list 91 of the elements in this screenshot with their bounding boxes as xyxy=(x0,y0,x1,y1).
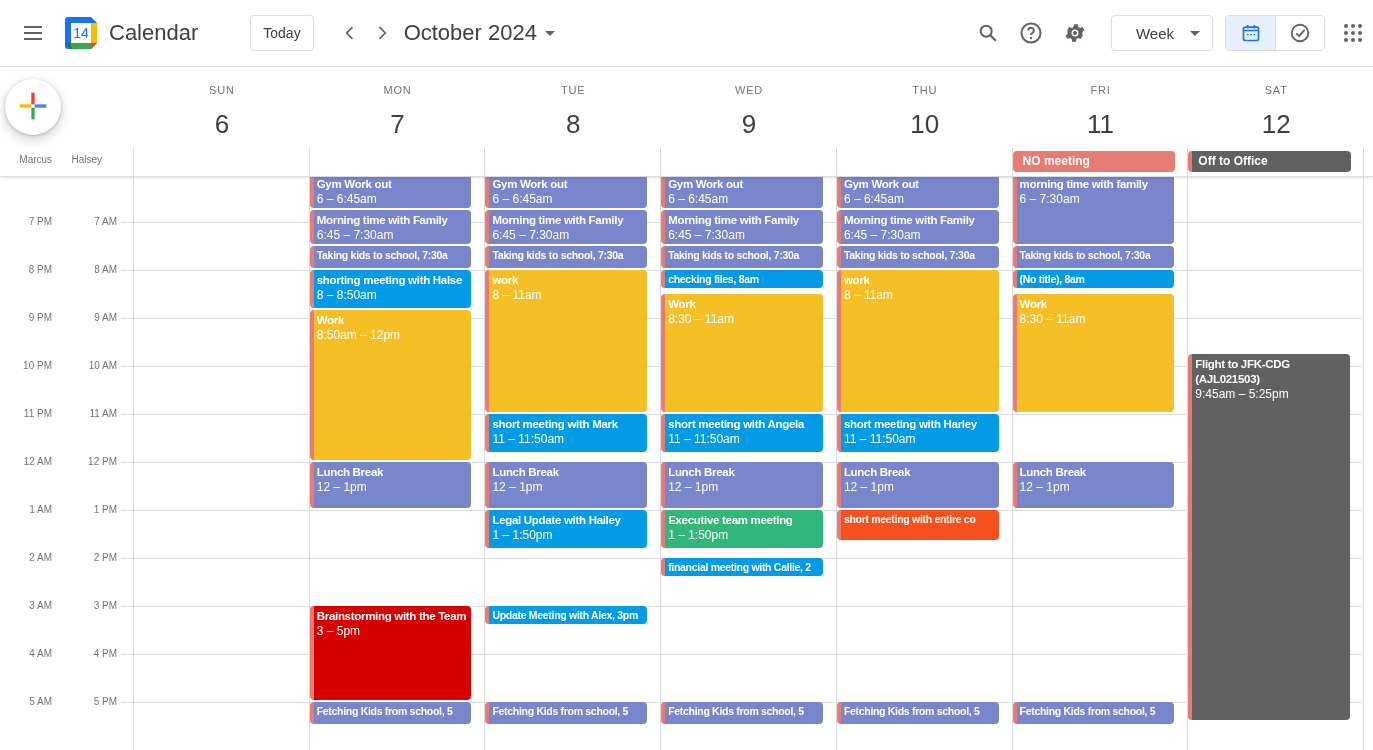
calendar-event[interactable]: Lunch Break 12 – 1pm xyxy=(836,462,999,508)
time-label: 8 AM xyxy=(94,264,117,276)
date-number[interactable]: 9 xyxy=(741,109,757,139)
time-label: 7 AM xyxy=(94,216,117,228)
all-day-event[interactable]: Off to Office xyxy=(1188,151,1352,172)
view-dropdown[interactable]: Week xyxy=(1110,15,1213,51)
calendar-event[interactable]: short meeting with Angela 11 – 11:50am xyxy=(661,414,823,452)
calendar-event[interactable]: Lunch Break 12 – 1pm xyxy=(309,462,472,508)
calendar-event[interactable]: (No title), 8am xyxy=(1012,270,1175,288)
person-label: Halsey xyxy=(71,153,104,167)
time-label: 10 PM xyxy=(23,360,52,372)
time-label: 11 PM xyxy=(23,408,52,420)
calendar-event[interactable]: Gym Work out 6 – 6:45am xyxy=(836,177,999,208)
caret-icon xyxy=(1190,30,1200,36)
date-number[interactable]: 12 xyxy=(1261,109,1291,139)
check-circle-icon xyxy=(1289,22,1311,44)
calendar-event[interactable]: Taking kids to school, 7:30a xyxy=(1012,246,1175,268)
time-label: 8 PM xyxy=(28,264,52,276)
help-icon[interactable] xyxy=(1018,21,1043,45)
calendar-view-toggle[interactable] xyxy=(1226,16,1275,50)
calendar-event[interactable]: Morning time with Family 6:45 – 7:30am xyxy=(485,210,648,244)
calendar-event[interactable]: morning time with family 6 – 7:30am xyxy=(1012,177,1175,244)
weekday-label: SAT xyxy=(1264,84,1288,97)
weekday-label: THU xyxy=(912,84,938,97)
calendar-event[interactable]: short meeting with entire co xyxy=(836,510,999,540)
time-label: 11 AM xyxy=(89,408,117,420)
calendar-event[interactable]: Update Meeting with Alex, 3pm xyxy=(485,606,648,624)
weekday-label: MON xyxy=(383,84,412,97)
time-label: 9 PM xyxy=(28,312,52,324)
time-label: 7 PM xyxy=(28,216,52,228)
calendar-event[interactable]: Fetching Kids from school, 5 xyxy=(1012,702,1175,724)
create-button[interactable] xyxy=(5,79,61,135)
calendar-event[interactable]: Fetching Kids from school, 5 xyxy=(309,702,472,724)
time-label: 4 AM xyxy=(29,648,52,660)
calendar-event[interactable]: Taking kids to school, 7:30a xyxy=(661,246,823,268)
calendar-event[interactable]: shorting meeting with Halse 8 – 8:50am xyxy=(309,270,472,308)
time-label: 9 AM xyxy=(94,312,117,324)
calendar-event[interactable]: Taking kids to school, 7:30a xyxy=(485,246,648,268)
all-day-event[interactable]: NO meeting xyxy=(1012,151,1176,172)
time-label: 10 AM xyxy=(88,360,117,372)
calendar-event[interactable]: Fetching Kids from school, 5 xyxy=(836,702,999,724)
calendar-event[interactable]: financial meeting with Callie, 2 xyxy=(661,558,823,576)
weekday-label: WED xyxy=(734,84,764,97)
time-label: 2 PM xyxy=(93,552,117,564)
calendar-event[interactable]: Gym Work out 6 – 6:45am xyxy=(485,177,648,208)
calendar-event[interactable]: Lunch Break 12 – 1pm xyxy=(1012,462,1175,508)
calendar-event[interactable]: Flight to JFK-CDG (AJL021503) 9:45am – 5:25pm xyxy=(1188,354,1351,720)
date-number[interactable]: 11 xyxy=(1086,109,1114,139)
month-title[interactable]: October 2024 xyxy=(403,20,537,46)
calendar-icon xyxy=(1240,23,1261,43)
calendar-event[interactable]: Executive team meeting 1 – 1:50pm xyxy=(661,510,823,548)
calendar-event[interactable]: Morning time with Family 6:45 – 7:30am xyxy=(309,210,472,244)
calendar-event[interactable]: Gym Work out 6 – 6:45am xyxy=(661,177,823,208)
time-label: 3 PM xyxy=(93,600,117,612)
calendar-event[interactable]: Taking kids to school, 7:30a xyxy=(836,246,999,268)
tasks-view-toggle[interactable] xyxy=(1275,16,1324,50)
calendar-event[interactable]: Morning time with Family 6:45 – 7:30am xyxy=(836,210,999,244)
calendar-event[interactable]: Fetching Kids from school, 5 xyxy=(661,702,823,724)
weekday-label: SUN xyxy=(209,84,235,97)
calendar-event[interactable]: Lunch Break 12 – 1pm xyxy=(485,462,648,508)
time-label: 2 AM xyxy=(29,552,52,564)
calendar-event[interactable]: checking files, 8am xyxy=(661,270,823,288)
date-number[interactable]: 8 xyxy=(566,109,581,139)
calendar-event[interactable]: Fetching Kids from school, 5 xyxy=(485,702,648,724)
time-label: 5 AM xyxy=(29,696,52,708)
calendar-event[interactable]: Brainstorming with the Team 3 – 5pm xyxy=(309,606,472,700)
time-label: 4 PM xyxy=(93,648,117,660)
date-number[interactable]: 7 xyxy=(390,109,405,139)
time-label: 3 AM xyxy=(29,600,52,612)
calendar-event[interactable]: Taking kids to school, 7:30a xyxy=(309,246,472,268)
app-title: Calendar xyxy=(109,20,199,46)
calendar-event[interactable]: Gym Work out 6 – 6:45am xyxy=(309,177,472,208)
person-label: Marcus xyxy=(18,153,54,167)
date-number[interactable]: 6 xyxy=(214,109,230,139)
weekday-label: FRI xyxy=(1090,84,1111,97)
date-number[interactable]: 10 xyxy=(910,109,940,139)
apps-grid-icon[interactable] xyxy=(1343,23,1363,43)
time-label: 1 AM xyxy=(29,504,52,516)
time-label: 12 PM xyxy=(88,456,117,468)
time-label: 12 AM xyxy=(23,456,52,468)
caret-icon[interactable] xyxy=(544,30,555,36)
weekday-label: TUE xyxy=(561,84,586,97)
calendar-event[interactable]: short meeting with Harley 11 – 11:50am xyxy=(836,414,999,452)
time-label: 1 PM xyxy=(93,504,117,516)
calendar-logo: 14 xyxy=(65,17,97,49)
calendar-event[interactable]: Legal Update with Hailey 1 – 1:50pm xyxy=(485,510,648,548)
calendar-event[interactable]: Lunch Break 12 – 1pm xyxy=(661,462,823,508)
calendar-event[interactable]: short meeting with Mark 11 – 11:50am xyxy=(485,414,648,452)
calendar-event[interactable]: Morning time with Family 6:45 – 7:30am xyxy=(661,210,823,244)
today-button[interactable]: Today xyxy=(250,15,314,51)
time-label: 5 PM xyxy=(93,696,117,708)
